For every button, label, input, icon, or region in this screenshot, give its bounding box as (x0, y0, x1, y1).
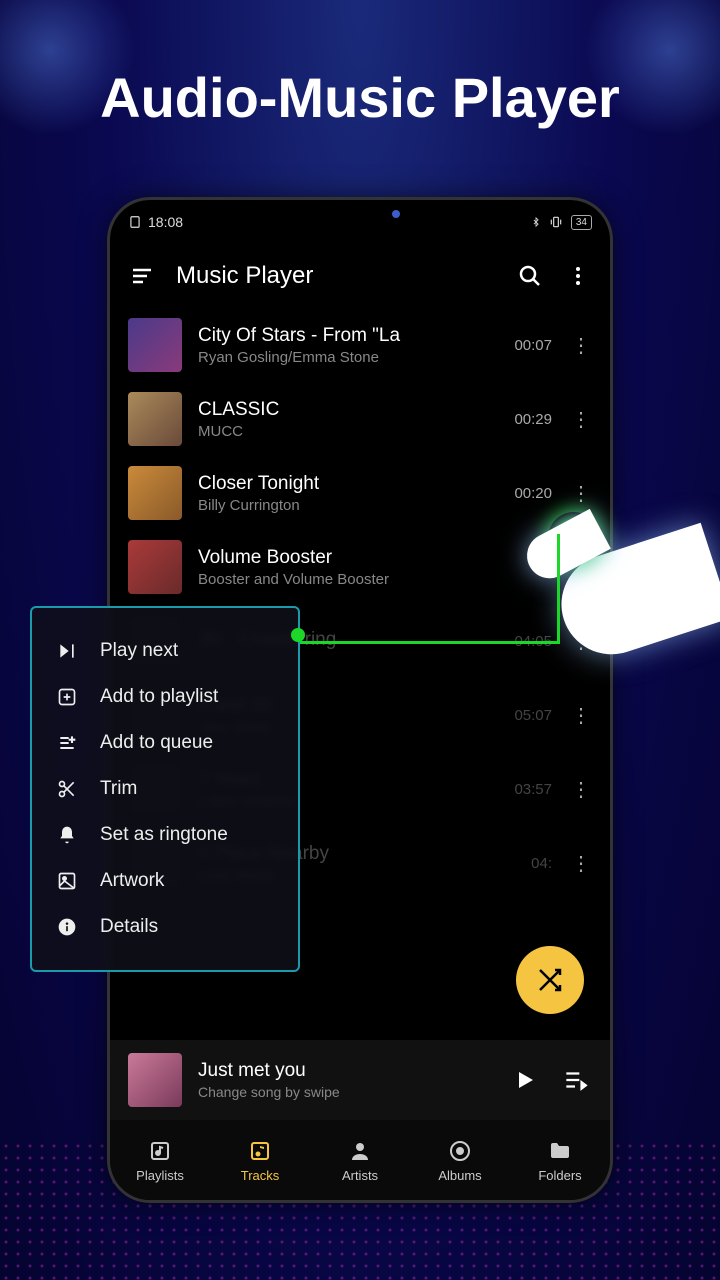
track-artwork (128, 392, 182, 446)
overflow-button[interactable] (564, 262, 592, 290)
folder-icon (548, 1139, 572, 1163)
playlist-icon (148, 1139, 172, 1163)
menu-play-next[interactable]: Play next (32, 628, 298, 674)
track-duration: 03:57 (502, 781, 552, 798)
nav-artists[interactable]: Artists (310, 1120, 410, 1200)
alarm-icon (128, 215, 142, 229)
play-icon (513, 1068, 537, 1092)
phone-notch (250, 200, 470, 230)
track-title: City Of Stars - From "La (198, 325, 486, 347)
scissors-icon (57, 779, 77, 799)
callout-dot (291, 628, 305, 642)
album-icon (448, 1139, 472, 1163)
hero-title: Audio-Music Player (0, 65, 720, 130)
track-duration: 00:29 (502, 411, 552, 428)
track-artwork (128, 318, 182, 372)
track-artwork (128, 540, 182, 594)
add-playlist-icon (57, 687, 77, 707)
menu-artwork[interactable]: Artwork (32, 858, 298, 904)
menu-label: Details (100, 916, 158, 938)
track-more-button[interactable]: ⋮ (568, 777, 592, 802)
shuffle-button[interactable] (516, 946, 584, 1014)
menu-label: Set as ringtone (100, 824, 228, 846)
track-title: Closer Tonight (198, 473, 486, 495)
nav-playlists[interactable]: Playlists (110, 1120, 210, 1200)
shuffle-icon (535, 965, 565, 995)
nav-label: Folders (538, 1168, 581, 1183)
now-playing-subtitle: Change song by swipe (198, 1084, 492, 1100)
bluetooth-icon (531, 215, 541, 229)
add-queue-icon (57, 733, 77, 753)
nav-albums[interactable]: Albums (410, 1120, 510, 1200)
track-more-button[interactable]: ⋮ (568, 703, 592, 728)
now-playing-artwork (128, 1053, 182, 1107)
track-duration: 00:20 (502, 485, 552, 502)
play-button[interactable] (508, 1063, 542, 1097)
track-more-button[interactable]: ⋮ (568, 481, 592, 506)
tracks-icon (248, 1139, 272, 1163)
track-artist: Ryan Gosling/Emma Stone (198, 349, 486, 366)
play-next-icon (57, 641, 77, 661)
callout-line (300, 534, 560, 644)
search-button[interactable] (516, 262, 544, 290)
nav-label: Tracks (241, 1168, 280, 1183)
menu-label: Play next (100, 640, 178, 662)
track-artist: Billy Currington (198, 497, 486, 514)
info-icon (57, 917, 77, 937)
menu-button[interactable] (128, 262, 156, 290)
bell-icon (57, 825, 77, 845)
nav-label: Artists (342, 1168, 378, 1183)
menu-add-playlist[interactable]: Add to playlist (32, 674, 298, 720)
track-artist: MUCC (198, 423, 486, 440)
queue-button[interactable] (558, 1063, 592, 1097)
track-duration: 05:07 (502, 707, 552, 724)
menu-label: Trim (100, 778, 137, 800)
track-more-button[interactable]: ⋮ (568, 851, 592, 876)
track-duration: 00:07 (502, 337, 552, 354)
search-icon (518, 264, 542, 288)
track-artwork (128, 466, 182, 520)
more-vertical-icon (566, 264, 590, 288)
context-menu: Play next Add to playlist Add to queue T… (30, 606, 300, 972)
app-header: Music Player (110, 244, 610, 308)
app-title: Music Player (176, 262, 496, 290)
track-duration: 04: (502, 855, 552, 872)
nav-tracks[interactable]: Tracks (210, 1120, 310, 1200)
nav-label: Playlists (136, 1168, 184, 1183)
hamburger-icon (130, 264, 154, 288)
track-more-button[interactable]: ⋮ (568, 333, 592, 358)
bottom-nav: Playlists Tracks Artists Albums Folders (110, 1120, 610, 1200)
menu-ringtone[interactable]: Set as ringtone (32, 812, 298, 858)
nav-label: Albums (438, 1168, 481, 1183)
track-row[interactable]: Closer Tonight Billy Currington 00:20 ⋮ (110, 456, 610, 530)
status-time: 18:08 (148, 214, 183, 230)
battery-indicator: 34 (571, 215, 592, 230)
now-playing-bar[interactable]: Just met you Change song by swipe (110, 1040, 610, 1120)
vibrate-icon (549, 215, 563, 229)
now-playing-title: Just met you (198, 1060, 492, 1082)
queue-icon (562, 1067, 588, 1093)
artist-icon (348, 1139, 372, 1163)
menu-label: Add to playlist (100, 686, 218, 708)
menu-details[interactable]: Details (32, 904, 298, 950)
menu-label: Artwork (100, 870, 164, 892)
image-icon (57, 871, 77, 891)
track-title: CLASSIC (198, 399, 486, 421)
track-more-button[interactable]: ⋮ (568, 407, 592, 432)
nav-folders[interactable]: Folders (510, 1120, 610, 1200)
menu-trim[interactable]: Trim (32, 766, 298, 812)
menu-add-queue[interactable]: Add to queue (32, 720, 298, 766)
track-row[interactable]: City Of Stars - From "La Ryan Gosling/Em… (110, 308, 610, 382)
menu-label: Add to queue (100, 732, 213, 754)
track-row[interactable]: CLASSIC MUCC 00:29 ⋮ (110, 382, 610, 456)
